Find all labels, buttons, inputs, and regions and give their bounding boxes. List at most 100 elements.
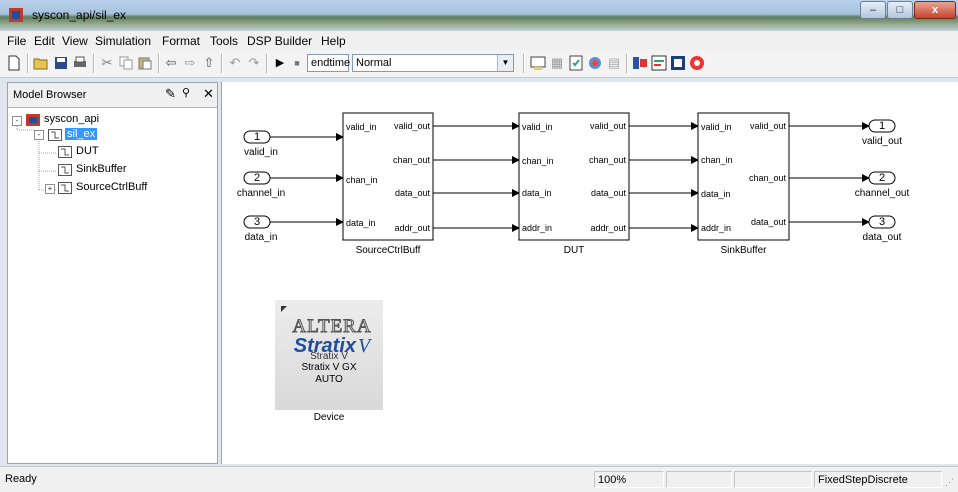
- tree-item-sil-ex[interactable]: sil_ex: [65, 128, 98, 140]
- block-output-port-label: data_out: [591, 188, 627, 198]
- outport-3[interactable]: 3: [868, 215, 896, 229]
- block-input-port-label: data_in: [522, 188, 552, 198]
- diagram-shapes: 1 2 3 1 2 3: [243, 112, 896, 241]
- outport-2[interactable]: 2: [868, 171, 896, 185]
- app-icon: [9, 8, 23, 22]
- start-simulation-icon[interactable]: ▶: [272, 55, 288, 71]
- back-icon[interactable]: ⇦: [163, 55, 179, 71]
- signal-icon[interactable]: [632, 55, 648, 71]
- simulation-mode-select[interactable]: Normal ▼: [352, 54, 514, 72]
- menu-simulation[interactable]: Simulation: [95, 34, 151, 48]
- outport-label: valid_out: [862, 136, 902, 147]
- block-output-port-label: valid_out: [394, 121, 431, 131]
- help-icon[interactable]: [689, 55, 705, 71]
- maximize-button[interactable]: □: [887, 1, 913, 19]
- new-icon[interactable]: [6, 55, 22, 71]
- inport-number: 2: [254, 172, 260, 184]
- inport-1[interactable]: 1: [243, 130, 271, 144]
- tree-item-syscon-api[interactable]: syscon_api: [44, 113, 99, 125]
- copy-icon[interactable]: [118, 55, 134, 71]
- tree-collapse-toggle[interactable]: -: [12, 116, 22, 126]
- block-input-port-label: addr_in: [701, 223, 731, 233]
- block-input-port-label: chan_in: [346, 175, 378, 185]
- subsystem-icon: [48, 129, 62, 141]
- forward-icon[interactable]: ⇨: [182, 55, 198, 71]
- save-icon[interactable]: [53, 55, 69, 71]
- model-browser-title: Model Browser: [13, 89, 87, 101]
- block-name-label: SourceCtrlBuff: [356, 245, 421, 256]
- cut-icon[interactable]: ✂: [99, 55, 115, 71]
- report-icon[interactable]: [651, 55, 667, 71]
- print-icon[interactable]: [72, 55, 88, 71]
- model-browser-header: Model Browser ✎ ⚲ ✕: [8, 83, 217, 108]
- minimize-button[interactable]: –: [860, 1, 886, 19]
- inport-label: channel_in: [237, 188, 285, 199]
- tree-options-icon[interactable]: ⚲: [182, 86, 190, 99]
- menu-format[interactable]: Format: [162, 34, 200, 48]
- block-corner-marker: [281, 306, 287, 312]
- chevron-down-icon[interactable]: ▼: [497, 55, 513, 71]
- debugger-icon[interactable]: [587, 55, 603, 71]
- paste-icon[interactable]: [137, 55, 153, 71]
- menu-dsp-builder[interactable]: DSP Builder: [247, 34, 312, 48]
- block-input-port-label: valid_in: [346, 122, 377, 132]
- up-icon[interactable]: ⇧: [201, 55, 217, 71]
- inport-number: 3: [254, 216, 260, 228]
- outport-1[interactable]: 1: [868, 119, 896, 133]
- menu-view[interactable]: View: [62, 34, 88, 48]
- redo-icon[interactable]: ↷: [246, 55, 262, 71]
- device-part: Stratix V GX: [301, 362, 357, 373]
- model-icon: [26, 114, 40, 126]
- subsystem-icon: [58, 164, 72, 176]
- model-icon[interactable]: ▤: [606, 55, 622, 71]
- window-title: syscon_api/sil_ex: [32, 8, 127, 22]
- subsystem-block-dut[interactable]: [518, 112, 630, 241]
- stop-simulation-icon[interactable]: ■: [289, 55, 305, 71]
- tree-collapse-toggle[interactable]: -: [34, 130, 44, 140]
- pencil-icon[interactable]: ✎: [165, 86, 176, 102]
- stop-time-input[interactable]: endtime: [307, 54, 350, 72]
- inport-3[interactable]: 3: [243, 215, 271, 229]
- inport-label: valid_in: [244, 147, 278, 158]
- device-family: Stratix V: [310, 351, 348, 362]
- resize-grip-icon[interactable]: ⋰: [945, 477, 954, 488]
- block-output-port-label: chan_out: [589, 155, 627, 165]
- tree-item-sourcectrlbuff[interactable]: SourceCtrlBuff: [76, 181, 147, 193]
- block-output-port-label: data_out: [395, 188, 431, 198]
- device-speed-grade: AUTO: [315, 374, 343, 385]
- inport-number: 1: [254, 131, 260, 143]
- block-input-port-label: valid_in: [701, 122, 732, 132]
- device-block-caption: Device: [313, 412, 345, 423]
- device-block[interactable]: ALTERA Stratix V Stratix V Stratix V GX A…: [275, 300, 383, 410]
- block-output-port-label: chan_out: [749, 173, 787, 183]
- close-icon[interactable]: ✕: [203, 86, 214, 102]
- menu-edit[interactable]: Edit: [34, 34, 55, 48]
- menu-tools[interactable]: Tools: [210, 34, 238, 48]
- block-input-port-label: chan_in: [701, 155, 733, 165]
- subsystem-icon: [58, 182, 72, 194]
- solver-type: FixedStepDiscrete: [814, 471, 942, 488]
- tree-item-dut[interactable]: DUT: [76, 145, 99, 157]
- outport-label: data_out: [863, 232, 902, 243]
- tree-item-sinkbuffer[interactable]: SinkBuffer: [76, 163, 127, 175]
- status-text: Ready: [5, 473, 37, 485]
- status-bar: Ready 100% FixedStepDiscrete ⋰: [0, 466, 958, 492]
- tree-expand-toggle[interactable]: +: [45, 184, 55, 194]
- block-output-port-label: addr_out: [590, 223, 626, 233]
- library-icon[interactable]: ▦: [549, 55, 565, 71]
- open-icon[interactable]: [33, 55, 49, 71]
- browser-icon[interactable]: [670, 55, 686, 71]
- explorer-icon[interactable]: [568, 55, 584, 71]
- menu-help[interactable]: Help: [321, 34, 346, 48]
- inport-2[interactable]: 2: [243, 171, 271, 185]
- build-icon[interactable]: [530, 55, 546, 71]
- block-name-label: DUT: [564, 245, 585, 256]
- undo-icon[interactable]: ↶: [227, 55, 243, 71]
- toolbar: ✂ ⇦ ⇨ ⇧ ↶ ↷ ▶ ■ endtime Normal ▼ ▦ ▤: [0, 50, 958, 78]
- close-button[interactable]: x: [914, 1, 956, 19]
- model-canvas[interactable]: 1 2 3 1 2 3 valid_in channel_in data_in valid_in…: [221, 82, 958, 464]
- inport-label: data_in: [245, 232, 278, 243]
- block-input-port-label: data_in: [346, 218, 376, 228]
- menu-file[interactable]: File: [7, 34, 26, 48]
- block-name-label: SinkBuffer: [721, 245, 768, 256]
